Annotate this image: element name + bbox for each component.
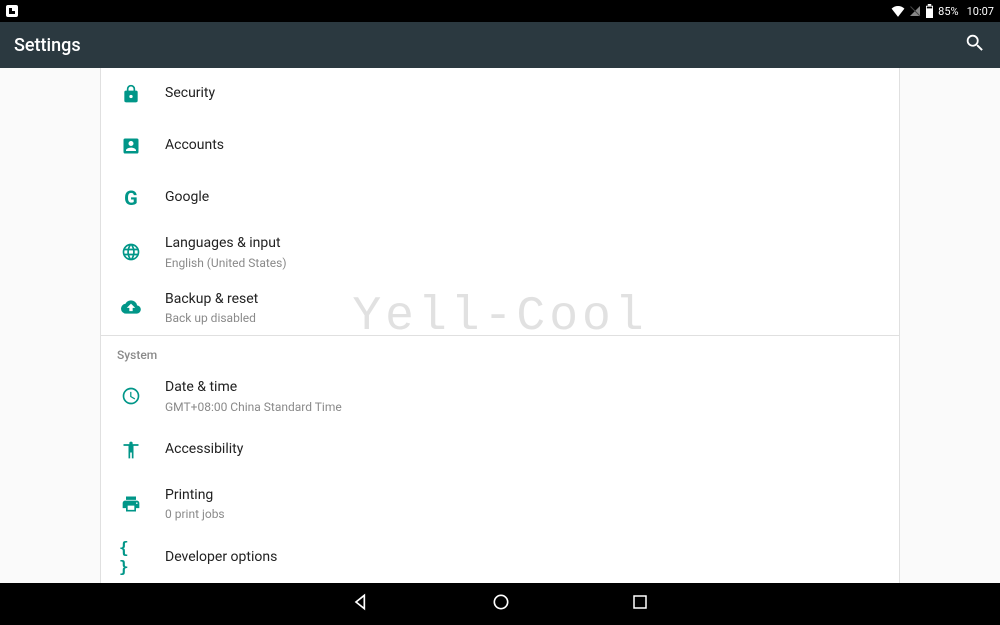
setting-item-accessibility[interactable]: Accessibility xyxy=(101,424,899,476)
nav-recents-button[interactable] xyxy=(631,593,649,615)
setting-item-accounts[interactable]: Accounts xyxy=(101,120,899,172)
setting-label: Printing xyxy=(165,486,225,506)
setting-label: Languages & input xyxy=(165,234,287,254)
google-icon: G xyxy=(119,186,143,210)
setting-sublabel: Back up disabled xyxy=(165,311,258,325)
nav-back-button[interactable] xyxy=(351,592,371,616)
page-title: Settings xyxy=(14,35,81,56)
section-header-system: System xyxy=(101,335,899,368)
search-icon xyxy=(964,32,986,54)
setting-label: Date & time xyxy=(165,378,342,398)
app-bar: Settings xyxy=(0,22,1000,68)
notification-icon xyxy=(6,5,18,17)
setting-sublabel: GMT+08:00 China Standard Time xyxy=(165,400,342,414)
setting-item-languages[interactable]: Languages & input English (United States… xyxy=(101,224,899,280)
clock: 10:07 xyxy=(967,5,994,18)
navigation-bar xyxy=(0,583,1000,625)
setting-label: Backup & reset xyxy=(165,290,258,310)
setting-label: Security xyxy=(165,84,215,104)
setting-item-datetime[interactable]: Date & time GMT+08:00 China Standard Tim… xyxy=(101,368,899,424)
printer-icon xyxy=(119,492,143,516)
setting-item-google[interactable]: G Google xyxy=(101,172,899,224)
cloud-upload-icon xyxy=(119,295,143,319)
setting-sublabel: 0 print jobs xyxy=(165,507,225,521)
battery-icon xyxy=(925,4,934,18)
setting-item-developer[interactable]: { } Developer options xyxy=(101,531,899,583)
settings-panel: Security Accounts G Google Languages & i… xyxy=(100,68,900,583)
setting-label: Accounts xyxy=(165,136,224,156)
back-icon xyxy=(351,592,371,612)
account-icon xyxy=(119,134,143,158)
setting-sublabel: English (United States) xyxy=(165,256,287,270)
setting-label: Accessibility xyxy=(165,440,243,460)
accessibility-icon xyxy=(119,438,143,462)
no-sim-icon xyxy=(909,5,921,17)
recents-icon xyxy=(631,593,649,611)
battery-percent: 85% xyxy=(938,5,958,18)
clock-icon xyxy=(119,384,143,408)
setting-item-backup[interactable]: Backup & reset Back up disabled xyxy=(101,280,899,336)
nav-home-button[interactable] xyxy=(491,592,511,616)
setting-label: Developer options xyxy=(165,548,277,568)
wifi-icon xyxy=(891,5,905,17)
braces-icon: { } xyxy=(119,545,143,569)
setting-item-security[interactable]: Security xyxy=(101,68,899,120)
lock-icon xyxy=(119,82,143,106)
setting-label: Google xyxy=(165,188,209,208)
search-button[interactable] xyxy=(964,32,986,58)
globe-icon xyxy=(119,240,143,264)
home-icon xyxy=(491,592,511,612)
setting-item-printing[interactable]: Printing 0 print jobs xyxy=(101,476,899,532)
status-bar: 85% 10:07 xyxy=(0,0,1000,22)
